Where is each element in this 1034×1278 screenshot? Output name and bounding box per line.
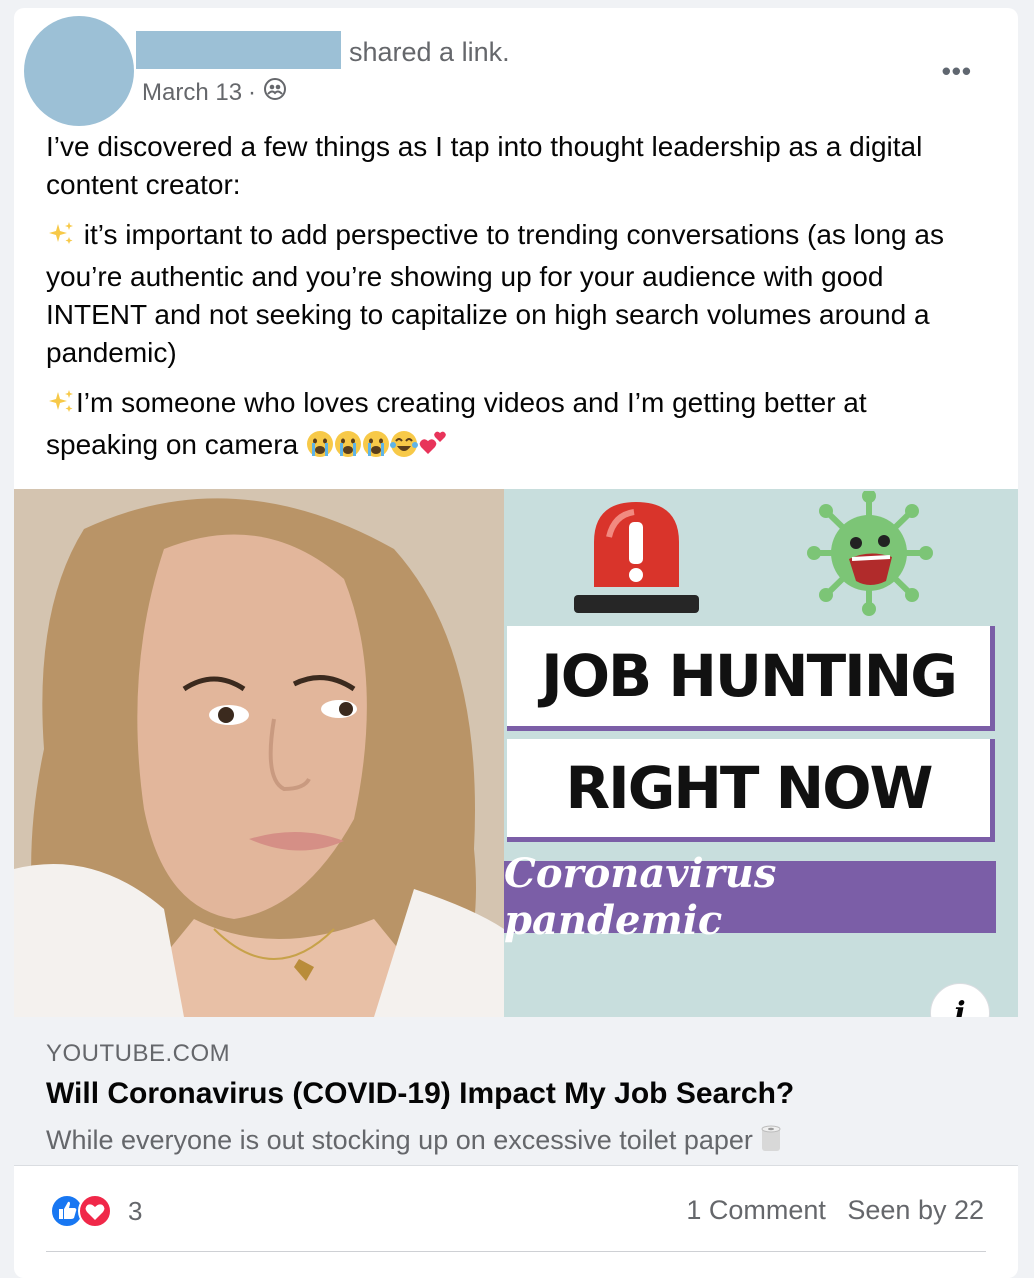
post-card: shared a link. March 13 · ••• I’ve disco… (14, 8, 1018, 1278)
post-meta: March 13 · (142, 78, 287, 107)
image-subheadline: Coronavirus pandemic (504, 850, 996, 944)
sparkles-icon (46, 388, 76, 426)
post-paragraph-text: it’s important to add perspective to tre… (46, 219, 944, 368)
woman-portrait-image (14, 489, 504, 1017)
link-description-text: While everyone is out stocking up on exc… (46, 1125, 753, 1155)
link-domain: YOUTUBE.COM (46, 1040, 231, 1067)
post-paragraph: I’m someone who loves creating videos an… (46, 384, 986, 468)
love-icon (78, 1194, 112, 1228)
crying-face-icon (306, 430, 334, 468)
reaction-count: 3 (128, 1195, 143, 1226)
group-icon[interactable] (262, 78, 287, 107)
link-title[interactable]: Will Coronavirus (COVID-19) Impact My Jo… (46, 1077, 794, 1111)
link-description: While everyone is out stocking up on exc… (46, 1125, 782, 1160)
more-options-button[interactable]: ••• (942, 56, 972, 87)
reactions-summary[interactable]: 3 (50, 1194, 142, 1228)
two-hearts-icon (418, 428, 448, 468)
image-headline-line-2: RIGHT NOW (507, 739, 995, 842)
tears-of-joy-icon (389, 430, 418, 468)
footer-divider (46, 1251, 986, 1252)
post-paragraph: I’ve discovered a few things as I tap in… (46, 131, 923, 200)
avatar[interactable] (24, 16, 134, 126)
post-stats: 1 Comment Seen by 22 (672, 1195, 984, 1226)
meta-separator: · (248, 78, 257, 106)
post-paragraph-text: I’m someone who loves creating videos an… (46, 387, 867, 460)
link-preview-image[interactable]: JOB HUNTING RIGHT NOW Coronavirus pandem… (14, 489, 1018, 1017)
alarm-siren-icon (574, 502, 699, 613)
post-date[interactable]: March 13 (142, 79, 242, 107)
crying-face-icon (334, 430, 362, 468)
virus-icon (807, 491, 933, 616)
toilet-paper-icon (760, 1125, 782, 1160)
comment-count[interactable]: 1 Comment (686, 1195, 826, 1225)
post-paragraph: it’s important to add perspective to tre… (46, 216, 986, 372)
post-body: I’ve discovered a few things as I tap in… (46, 128, 986, 480)
link-preview-meta[interactable]: YOUTUBE.COM Will Coronavirus (COVID-19) … (14, 1017, 1018, 1166)
sparkles-icon (46, 220, 76, 258)
seen-by-count[interactable]: Seen by 22 (847, 1195, 984, 1225)
image-headline-line-1: JOB HUNTING (507, 626, 995, 731)
author-name-redacted[interactable] (136, 31, 341, 69)
crying-face-icon (362, 430, 390, 468)
post-action-text: shared a link. (349, 37, 510, 67)
